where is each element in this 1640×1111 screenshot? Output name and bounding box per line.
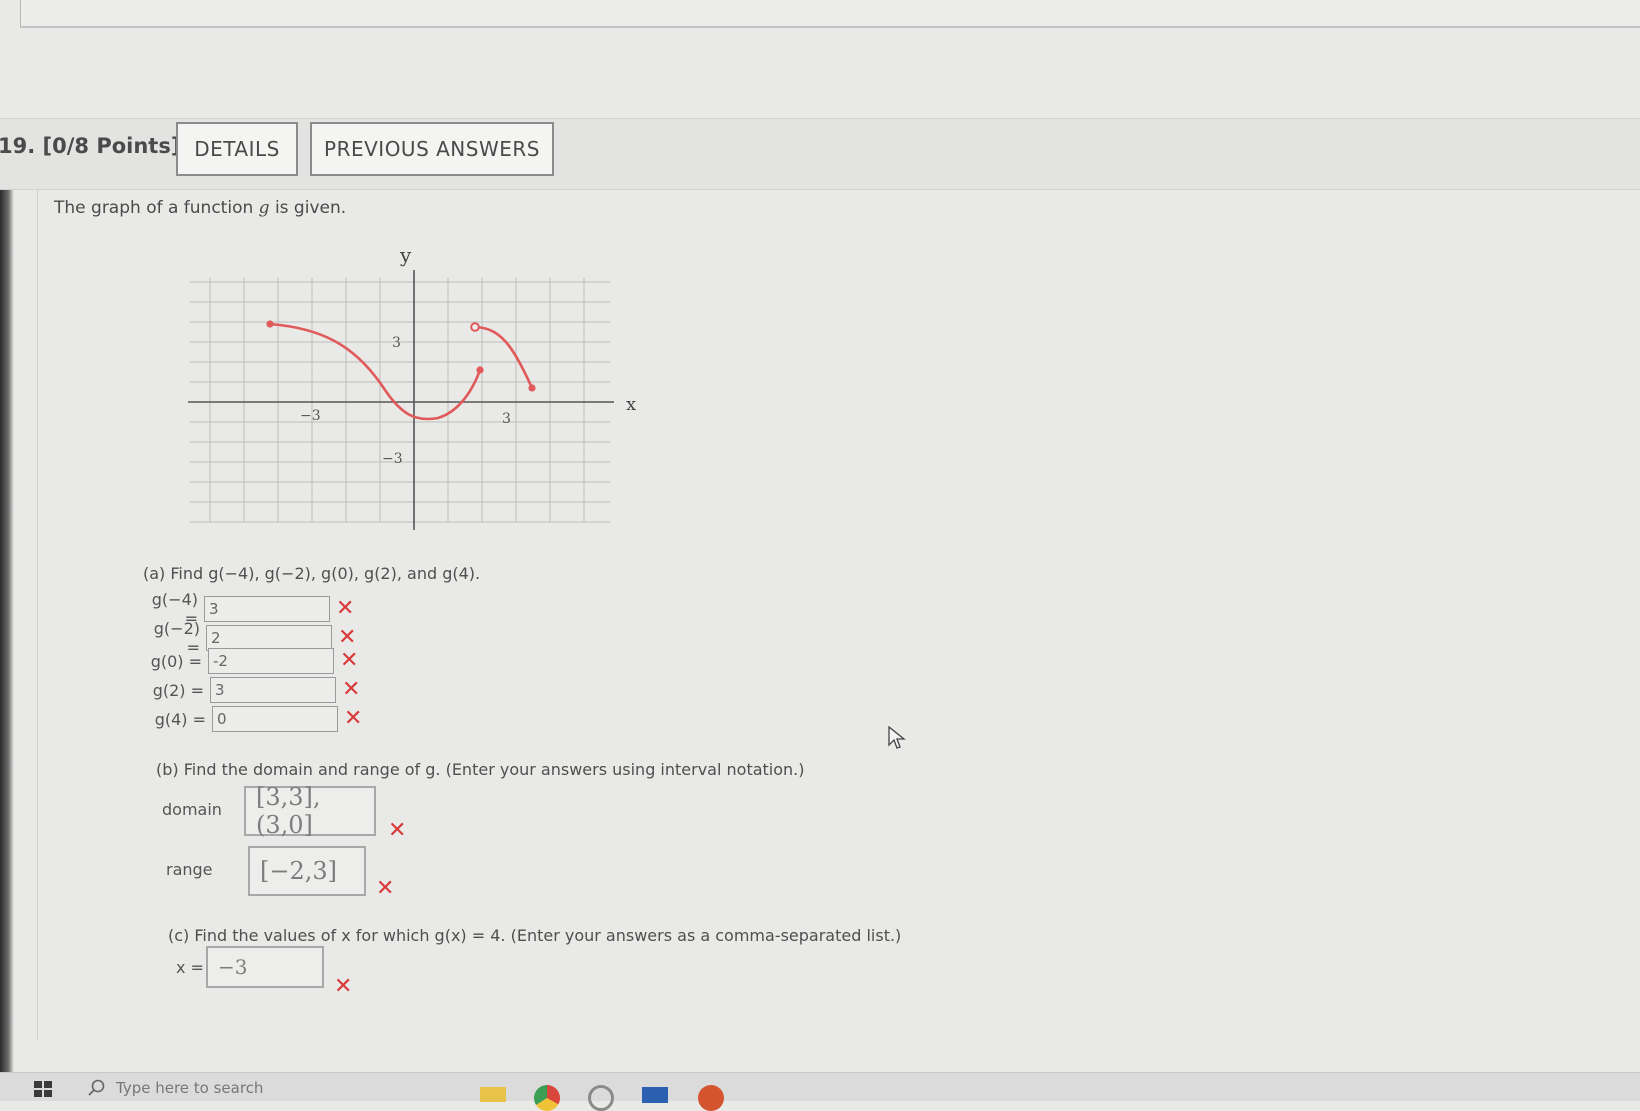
answer-input[interactable]: -2: [208, 648, 334, 674]
x-axis-label: x: [626, 394, 636, 415]
answer-row: g(2) = 3 ✕: [142, 677, 360, 703]
screen-edge: [0, 190, 14, 1101]
curve-right-segment: [474, 325, 534, 389]
function-graph: y x −3 3 3 −3: [188, 243, 636, 530]
chrome-icon[interactable]: [534, 1085, 560, 1111]
incorrect-icon: ✕: [338, 625, 357, 650]
part-b-title: (b) Find the domain and range of g. (Ent…: [156, 760, 805, 779]
closed-endpoint-left: [266, 320, 274, 328]
closed-endpoint-right: [528, 384, 536, 392]
incorrect-icon: ✕: [388, 818, 407, 843]
answer-label: g(4) =: [154, 709, 206, 729]
part-c-title: (c) Find the values of x for which g(x) …: [168, 926, 902, 945]
domain-input[interactable]: [3,3],(3,0]: [244, 783, 376, 839]
answer-input[interactable]: 0: [212, 706, 338, 732]
incorrect-icon: ✕: [340, 648, 359, 673]
content-divider: [37, 190, 38, 1040]
y-tick-pos3: 3: [392, 335, 401, 351]
incorrect-icon: ✕: [342, 677, 361, 702]
incorrect-icon: ✕: [336, 596, 355, 621]
incorrect-icon: ✕: [344, 706, 363, 731]
incorrect-icon: ✕: [376, 876, 395, 901]
taskbar: Type here to search: [0, 1072, 1640, 1111]
answer-label: g(0) =: [150, 651, 202, 671]
answer-label: g(2) =: [152, 680, 204, 700]
question-points: [0/8 Points]: [42, 134, 181, 158]
open-endpoint: [470, 322, 480, 332]
incorrect-icon: ✕: [334, 974, 353, 999]
x-tick-pos3: 3: [502, 411, 511, 427]
domain-label: domain: [162, 800, 222, 819]
previous-question-frame: [20, 0, 1640, 28]
answer-row: g(0) = -2 ✕: [140, 648, 358, 674]
previous-answers-button[interactable]: PREVIOUS ANSWERS: [310, 122, 554, 176]
part-a-title: (a) Find g(−4), g(−2), g(0), g(2), and g…: [143, 564, 481, 583]
graph-grid: [190, 278, 610, 523]
powerpoint-icon[interactable]: [698, 1085, 724, 1111]
y-tick-neg3: −3: [382, 451, 403, 467]
closed-endpoint-mid: [476, 366, 484, 374]
x-equals-label: x =: [176, 958, 204, 977]
intro-var: g: [258, 198, 270, 218]
answer-input[interactable]: 3: [210, 677, 336, 703]
question-number-points: 19. [0/8 Points]: [0, 134, 180, 158]
search-icon: [88, 1079, 105, 1096]
question-number: 19.: [0, 134, 36, 158]
y-axis-label: y: [399, 243, 412, 267]
x-tick-neg3: −3: [300, 408, 321, 424]
question-intro: The graph of a function g is given.: [54, 198, 347, 218]
mouse-cursor-icon: [888, 726, 906, 749]
range-input[interactable]: [−2,3]: [248, 846, 366, 896]
details-button[interactable]: DETAILS: [176, 122, 298, 176]
x-values-input[interactable]: −3: [206, 946, 324, 988]
taskbar-search-box[interactable]: Type here to search: [116, 1079, 263, 1097]
file-explorer-icon[interactable]: [480, 1087, 506, 1102]
app-icon[interactable]: [588, 1085, 614, 1111]
answer-row: g(4) = 0 ✕: [144, 706, 362, 732]
windows-start-icon[interactable]: [34, 1081, 52, 1097]
range-label: range: [166, 860, 213, 879]
